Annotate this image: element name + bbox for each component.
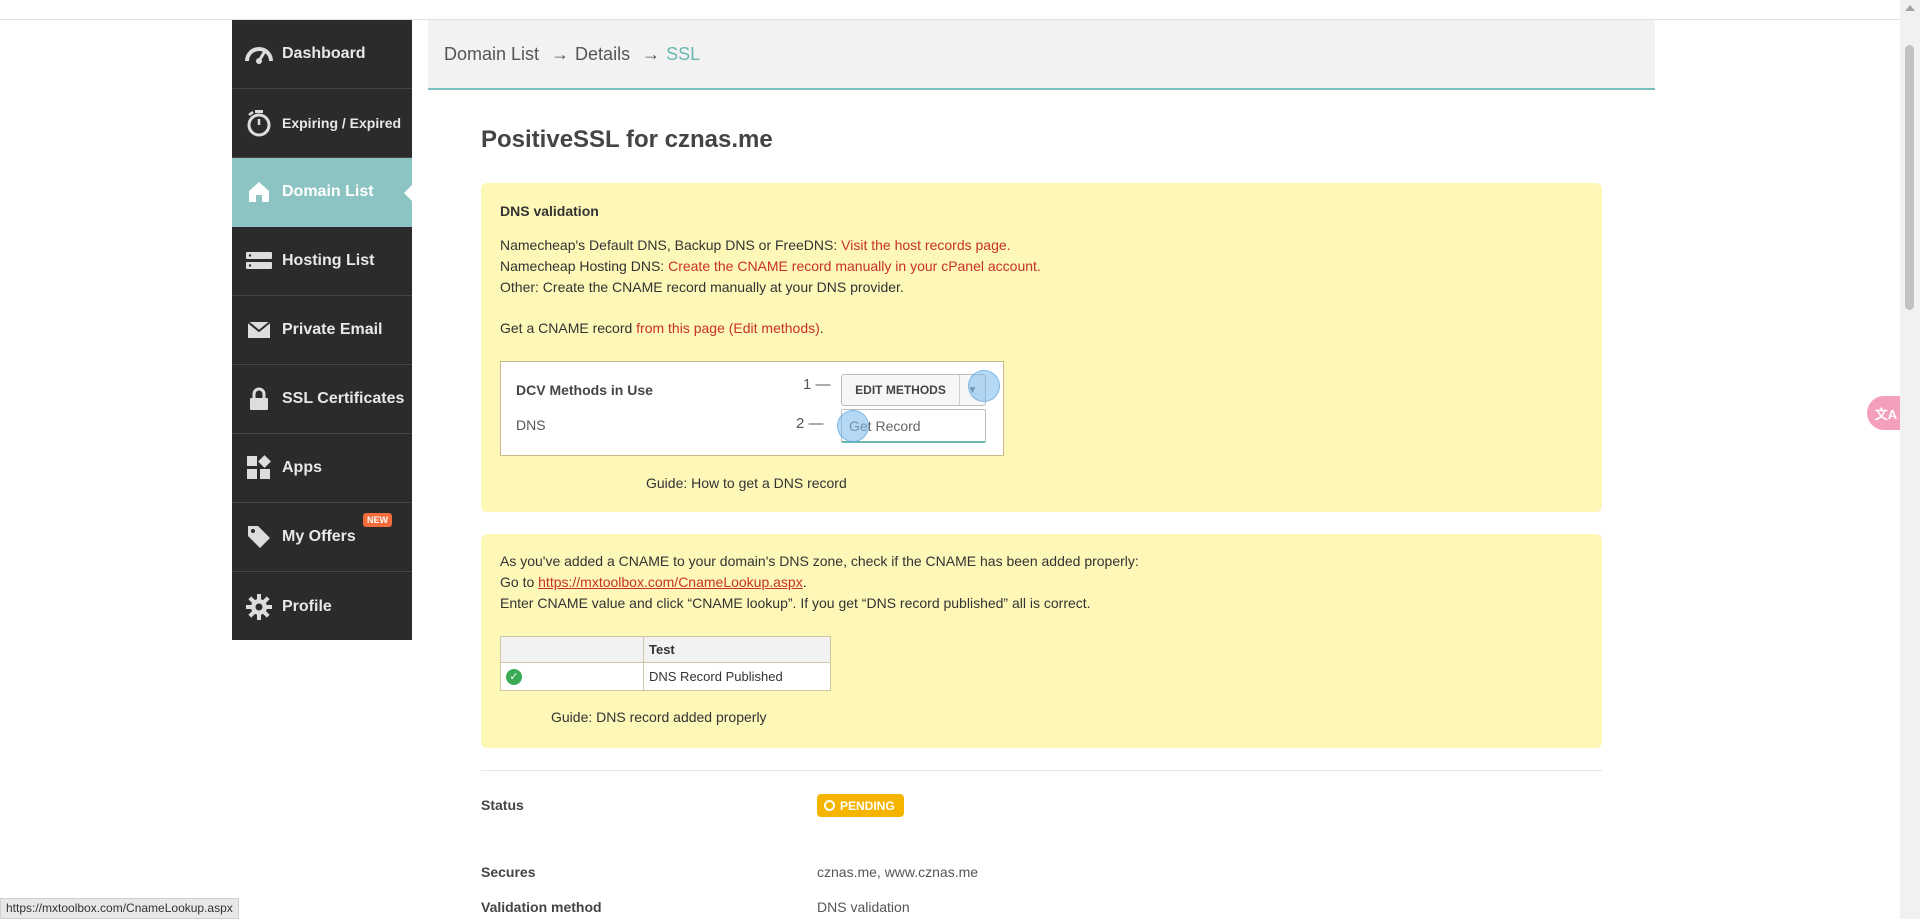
sidebar-item-ssl-certificates[interactable]: SSL Certificates bbox=[232, 365, 412, 434]
envelope-icon bbox=[244, 315, 274, 345]
secures-label: Secures bbox=[481, 864, 536, 880]
sidebar-item-label: Dashboard bbox=[282, 45, 366, 62]
goto-line: Go to https://mxtoolbox.com/CnameLookup.… bbox=[500, 572, 807, 592]
get-cname-suffix: . bbox=[819, 320, 824, 336]
dcv-methods-title: DCV Methods in Use bbox=[516, 382, 653, 398]
home-icon bbox=[244, 177, 274, 207]
vertical-scrollbar[interactable] bbox=[1900, 0, 1920, 919]
sidebar-item-label: Apps bbox=[282, 459, 322, 476]
default-dns-text: Namecheap's Default DNS, Backup DNS or F… bbox=[500, 237, 842, 253]
dashboard-gauge-icon bbox=[244, 39, 274, 69]
status-badge-text: PENDING bbox=[840, 798, 895, 813]
scrollbar-thumb[interactable] bbox=[1905, 45, 1914, 310]
secures-value: cznas.me, www.cznas.me bbox=[817, 864, 979, 880]
cname-added-line: As you've added a CNAME to your domain's… bbox=[500, 553, 1139, 569]
get-cname-text: Get a CNAME record bbox=[500, 320, 637, 336]
cname-lookup-instruction: Enter CNAME value and click “CNAME looku… bbox=[500, 595, 1091, 611]
table-header-row: Test bbox=[500, 636, 831, 663]
top-bar bbox=[0, 0, 1900, 20]
scroll-up-arrow-icon[interactable] bbox=[1905, 5, 1915, 11]
hosting-dns-text: Namecheap Hosting DNS: bbox=[500, 258, 669, 274]
sidebar-item-apps[interactable]: Apps bbox=[232, 434, 412, 503]
sidebar-item-label: Hosting List bbox=[282, 252, 375, 269]
edit-methods-link[interactable]: from this page (Edit methods) bbox=[636, 320, 820, 336]
breadcrumb-arrow: → bbox=[642, 43, 661, 64]
sidebar-item-my-offers[interactable]: My Offers NEW bbox=[232, 503, 412, 572]
hosting-dns-line: Namecheap Hosting DNS: Create the CNAME … bbox=[500, 256, 1041, 276]
cname-check-panel: As you've added a CNAME to your domain's… bbox=[481, 534, 1602, 748]
browser-status-bar: https://mxtoolbox.com/CnameLookup.aspx bbox=[0, 898, 239, 919]
lock-icon bbox=[244, 384, 274, 414]
goto-text: Go to bbox=[500, 574, 539, 590]
host-records-link[interactable]: Visit the host records page. bbox=[841, 237, 1010, 253]
dns-validation-heading: DNS validation bbox=[500, 203, 599, 219]
validation-method-value[interactable]: DNS validation bbox=[817, 899, 910, 915]
apps-grid-icon bbox=[244, 453, 274, 483]
sidebar-item-dashboard[interactable]: Dashboard bbox=[232, 20, 412, 89]
page-title: PositiveSSL for cznas.me bbox=[481, 126, 773, 153]
sidebar-item-label: Profile bbox=[282, 597, 332, 615]
sidebar-item-expiring[interactable]: Expiring / Expired bbox=[232, 89, 412, 158]
breadcrumb: Domain List → Details → SSL bbox=[428, 20, 1655, 90]
sidebar-item-domain-list[interactable]: Domain List bbox=[232, 158, 413, 227]
status-label: Status bbox=[481, 797, 524, 813]
breadcrumb-arrow: → bbox=[551, 43, 570, 64]
dcv-method-dns: DNS bbox=[516, 417, 546, 433]
step-marker-1: 1 — bbox=[803, 376, 831, 393]
sidebar-item-label: My Offers bbox=[282, 528, 356, 545]
dcv-methods-box: DCV Methods in Use DNS 1 — 2 — EDIT METH… bbox=[500, 361, 1004, 456]
status-badge: PENDING bbox=[817, 794, 904, 817]
table-cell-status: ✓ bbox=[500, 662, 644, 691]
gear-icon bbox=[244, 592, 274, 622]
validation-method-label: Validation method bbox=[481, 899, 602, 915]
click-indicator-1 bbox=[968, 370, 1000, 402]
breadcrumb-current: SSL bbox=[666, 43, 701, 64]
sidebar-item-label: SSL Certificates bbox=[282, 390, 405, 407]
sidebar-item-profile[interactable]: Profile bbox=[232, 572, 412, 641]
sidebar-item-label: Private Email bbox=[282, 321, 383, 338]
edit-methods-button[interactable]: EDIT METHODS ▼ bbox=[841, 374, 986, 406]
check-circle-icon: ✓ bbox=[506, 668, 522, 685]
dns-record-guide-caption: Guide: How to get a DNS record bbox=[646, 475, 847, 491]
goto-suffix: . bbox=[802, 574, 807, 590]
sidebar-item-label: Domain List bbox=[282, 183, 374, 200]
sidebar-item-private-email[interactable]: Private Email bbox=[232, 296, 412, 365]
default-dns-line: Namecheap's Default DNS, Backup DNS or F… bbox=[500, 235, 1011, 255]
test-result-table: Test ✓ DNS Record Published bbox=[500, 636, 831, 691]
click-indicator-2 bbox=[837, 410, 869, 442]
sidebar-item-hosting-list[interactable]: Hosting List bbox=[232, 227, 412, 296]
breadcrumb-details[interactable]: Details bbox=[575, 44, 630, 65]
get-cname-line: Get a CNAME record from this page (Edit … bbox=[500, 318, 824, 338]
table-cell-result: DNS Record Published bbox=[643, 662, 831, 691]
breadcrumb-domain-list[interactable]: Domain List bbox=[444, 44, 539, 65]
cpanel-cname-link[interactable]: Create the CNAME record manually in your… bbox=[668, 258, 1041, 274]
tag-icon bbox=[244, 522, 274, 552]
sidebar-item-label: Expiring / Expired bbox=[282, 115, 402, 131]
table-header-test: Test bbox=[643, 636, 831, 663]
server-icon bbox=[244, 246, 274, 276]
clock-icon bbox=[824, 800, 835, 811]
edit-methods-label: EDIT METHODS bbox=[842, 375, 960, 405]
section-divider bbox=[481, 770, 1602, 771]
sidebar: Dashboard Expiring / Expired Domain List… bbox=[232, 20, 413, 641]
mxtoolbox-link[interactable]: https://mxtoolbox.com/CnameLookup.aspx bbox=[538, 574, 803, 590]
other-dns-line: Other: Create the CNAME record manually … bbox=[500, 279, 904, 295]
table-row: ✓ DNS Record Published bbox=[500, 662, 831, 691]
new-badge: NEW bbox=[363, 513, 392, 527]
dns-added-guide-caption: Guide: DNS record added properly bbox=[551, 709, 767, 725]
dns-validation-panel: DNS validation Namecheap's Default DNS, … bbox=[481, 183, 1602, 512]
timer-icon bbox=[244, 108, 274, 138]
step-marker-2: 2 — bbox=[796, 415, 824, 432]
table-header-empty bbox=[500, 636, 644, 663]
